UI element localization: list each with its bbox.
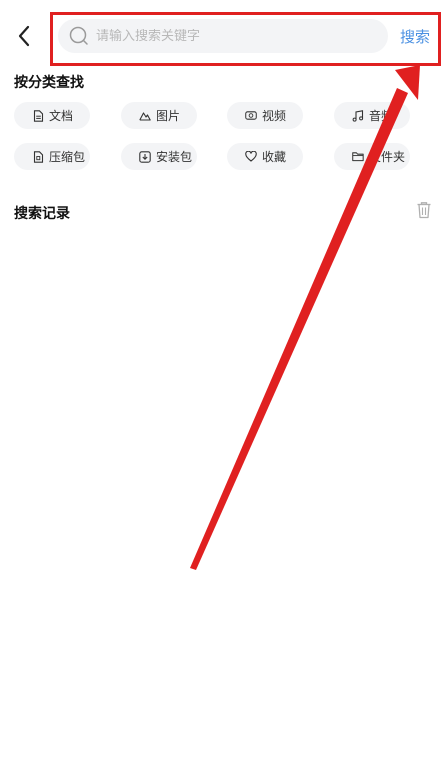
category-chip-label: 文档 [49, 109, 74, 123]
history-section-title: 搜索记录 [14, 206, 70, 222]
search-box[interactable] [58, 19, 388, 53]
category-chip-archive[interactable]: 压缩包 [14, 143, 90, 170]
category-chip-document[interactable]: 文档 [14, 102, 90, 129]
document-icon [32, 109, 44, 122]
search-button[interactable]: 搜索 [400, 26, 430, 47]
category-chip-installer[interactable]: 安装包 [121, 143, 197, 170]
archive-icon [32, 150, 44, 163]
clear-history-button[interactable] [416, 201, 434, 221]
category-chip-label: 音频 [369, 109, 394, 123]
category-chip-video[interactable]: 视频 [227, 102, 303, 129]
trash-icon [417, 202, 431, 219]
category-chip-label: 视频 [262, 109, 287, 123]
search-page: 搜索 按分类查找 文档 图片 视频 音频 [0, 0, 445, 760]
category-chip-label: 压缩包 [49, 150, 86, 164]
search-input[interactable] [96, 28, 376, 44]
chevron-left-icon [18, 25, 30, 47]
category-chip-label: 安装包 [156, 150, 193, 164]
category-chip-label: 文件夹 [369, 150, 406, 164]
category-chip-folder[interactable]: 文件夹 [334, 143, 410, 170]
heart-icon [245, 151, 257, 163]
music-icon [352, 109, 364, 122]
image-icon [139, 110, 151, 122]
back-button[interactable] [10, 20, 38, 52]
category-chips: 文档 图片 视频 音频 压缩包 安装包 收藏 文件夹 [14, 102, 434, 172]
search-header: 搜索 [0, 14, 445, 58]
category-chip-label: 图片 [156, 109, 181, 123]
category-chip-audio[interactable]: 音频 [334, 102, 410, 129]
download-icon [139, 150, 151, 163]
category-chip-label: 收藏 [262, 150, 287, 164]
category-chip-image[interactable]: 图片 [121, 102, 197, 129]
category-section-title: 按分类查找 [14, 75, 84, 91]
folder-icon [352, 151, 364, 163]
category-chip-favorites[interactable]: 收藏 [227, 143, 303, 170]
video-icon [245, 110, 257, 122]
search-icon [68, 25, 90, 47]
